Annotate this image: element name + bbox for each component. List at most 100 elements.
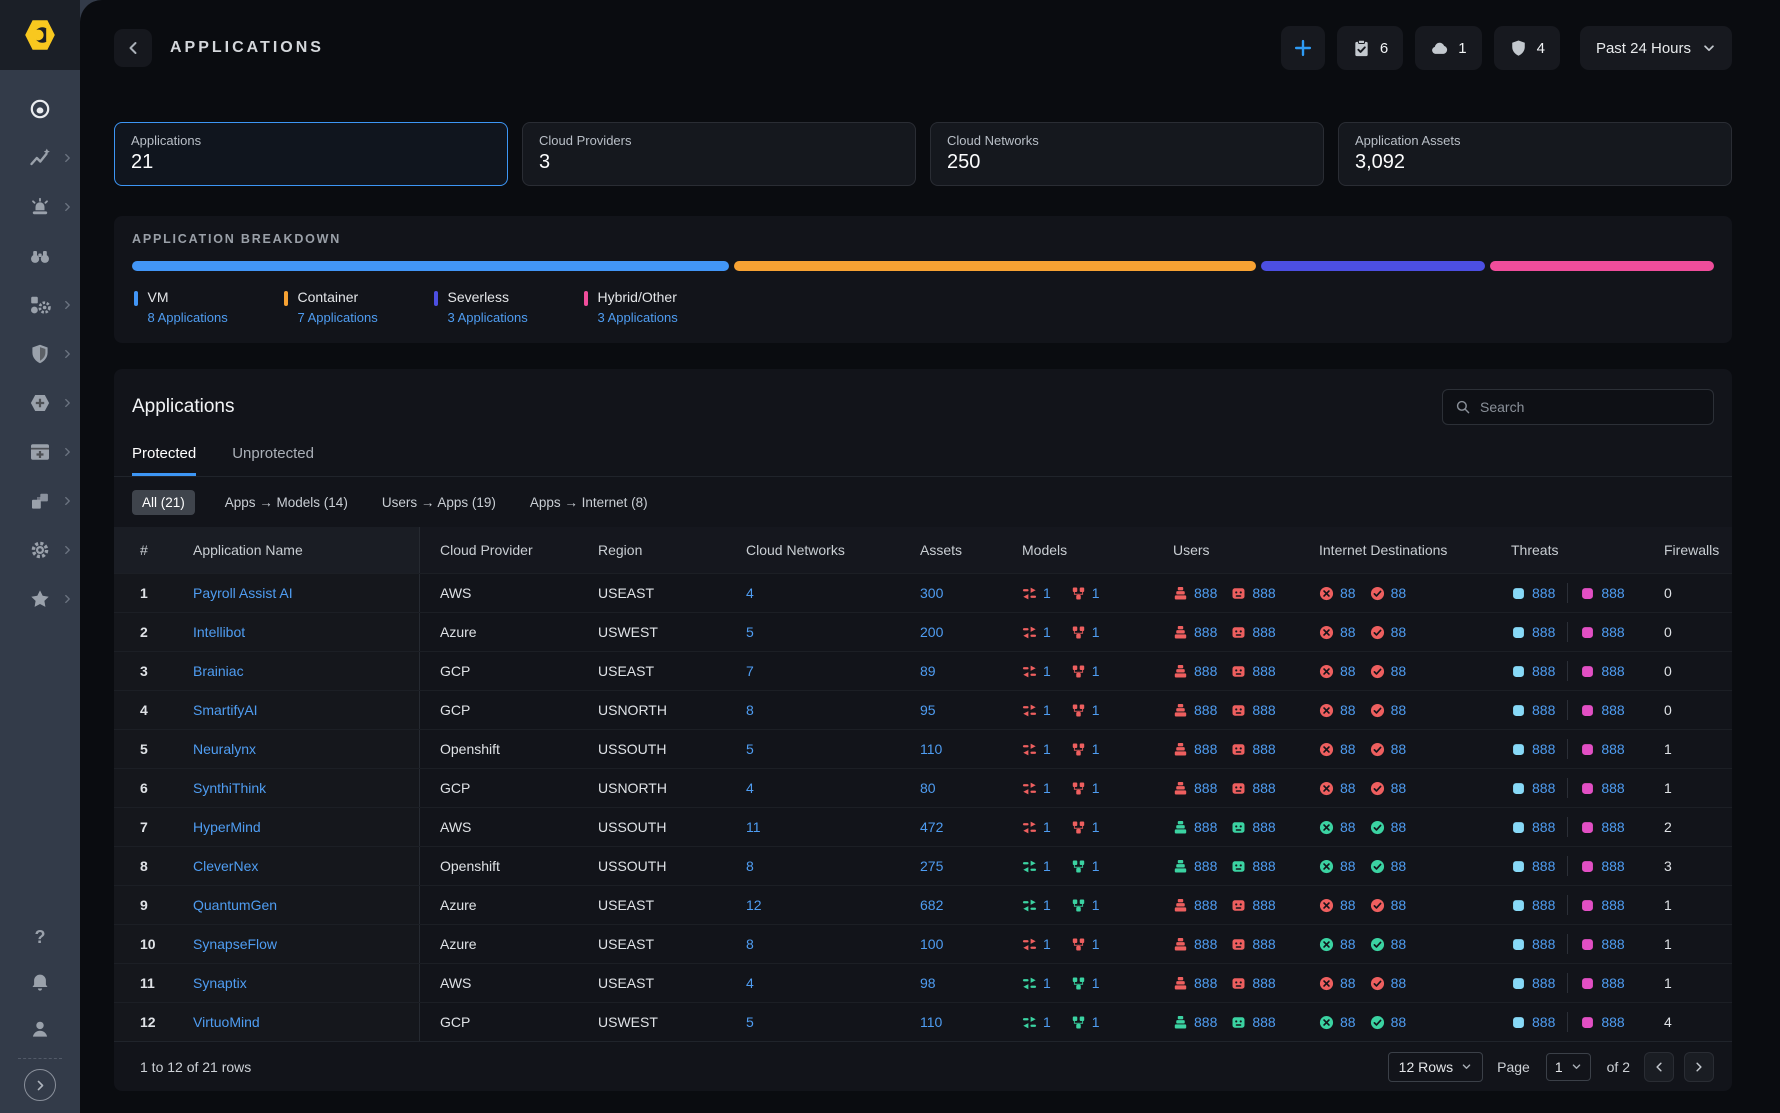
table-row[interactable]: 1Payroll Assist AIAWSUSEAST4300118888888… bbox=[114, 573, 1732, 612]
time-range-dropdown[interactable]: Past 24 Hours bbox=[1580, 26, 1732, 70]
sidebar-item-discovery[interactable] bbox=[0, 231, 80, 280]
topology-chip[interactable]: 1 bbox=[1071, 819, 1100, 835]
circle-x-chip[interactable]: 88 bbox=[1319, 702, 1356, 718]
sidebar-item-settings[interactable] bbox=[0, 525, 80, 574]
square-chip[interactable]: 888 bbox=[1511, 858, 1555, 874]
circle-x-chip[interactable]: 88 bbox=[1319, 663, 1356, 679]
bot-chip[interactable]: 888 bbox=[1231, 897, 1275, 913]
application-name-link[interactable]: SynthiThink bbox=[193, 780, 266, 796]
filter-pill-2[interactable]: Users → Apps (19) bbox=[378, 490, 500, 515]
sliders-chip[interactable]: 1 bbox=[1022, 858, 1051, 874]
circle-check-chip[interactable]: 88 bbox=[1370, 1014, 1407, 1030]
assets-link[interactable]: 98 bbox=[920, 975, 936, 991]
cloud-networks-link[interactable]: 4 bbox=[746, 585, 754, 601]
sidebar-item-inventory[interactable] bbox=[0, 280, 80, 329]
topology-chip[interactable]: 1 bbox=[1071, 741, 1100, 757]
breakdown-segment-hybridother[interactable] bbox=[1490, 261, 1714, 271]
rows-per-page-select[interactable]: 12 Rows bbox=[1388, 1052, 1483, 1082]
table-row[interactable]: 10SynapseFlowAzureUSEAST8100118888888888… bbox=[114, 924, 1732, 963]
stat-card-application-assets[interactable]: Application Assets3,092 bbox=[1338, 122, 1732, 186]
topology-chip[interactable]: 1 bbox=[1071, 858, 1100, 874]
sidebar-item-workloads[interactable] bbox=[0, 427, 80, 476]
square-chip[interactable]: 888 bbox=[1580, 975, 1624, 991]
circle-x-chip[interactable]: 88 bbox=[1319, 780, 1356, 796]
cloud-networks-link[interactable]: 7 bbox=[746, 663, 754, 679]
topology-chip[interactable]: 1 bbox=[1071, 702, 1100, 718]
assets-link[interactable]: 100 bbox=[920, 936, 943, 952]
protections-badge[interactable]: 4 bbox=[1494, 26, 1560, 70]
table-row[interactable]: 8CleverNexOpenshiftUSSOUTH82751188888888… bbox=[114, 846, 1732, 885]
page-select[interactable]: 1 bbox=[1546, 1053, 1591, 1081]
sidebar-item-profile[interactable] bbox=[0, 1006, 80, 1052]
bot-chip[interactable]: 888 bbox=[1231, 936, 1275, 952]
bot-chip[interactable]: 888 bbox=[1231, 819, 1275, 835]
table-row[interactable]: 11SynaptixAWSUSEAST498118888888888888888… bbox=[114, 963, 1732, 1002]
tab-unprotected[interactable]: Unprotected bbox=[232, 445, 314, 476]
cloud-networks-link[interactable]: 12 bbox=[746, 897, 762, 913]
sliders-chip[interactable]: 1 bbox=[1022, 780, 1051, 796]
bot-chip[interactable]: 888 bbox=[1231, 624, 1275, 640]
application-name-link[interactable]: CleverNex bbox=[193, 858, 258, 874]
legend-count-link[interactable]: 3 Applications bbox=[448, 310, 528, 325]
sliders-chip[interactable]: 1 bbox=[1022, 975, 1051, 991]
legend-count-link[interactable]: 8 Applications bbox=[148, 310, 228, 325]
search-box[interactable] bbox=[1442, 389, 1714, 425]
square-chip[interactable]: 888 bbox=[1511, 1014, 1555, 1030]
circle-x-chip[interactable]: 88 bbox=[1319, 1014, 1356, 1030]
cloud-networks-link[interactable]: 11 bbox=[746, 819, 761, 835]
stat-card-cloud-networks[interactable]: Cloud Networks250 bbox=[930, 122, 1324, 186]
topology-chip[interactable]: 1 bbox=[1071, 897, 1100, 913]
circle-x-chip[interactable]: 88 bbox=[1319, 936, 1356, 952]
topology-chip[interactable]: 1 bbox=[1071, 585, 1100, 601]
cloud-networks-link[interactable]: 8 bbox=[746, 702, 754, 718]
application-name-link[interactable]: SynapseFlow bbox=[193, 936, 277, 952]
table-row[interactable]: 5NeuralynxOpenshiftUSSOUTH51101188888888… bbox=[114, 729, 1732, 768]
assets-link[interactable]: 682 bbox=[920, 897, 943, 913]
assets-link[interactable]: 472 bbox=[920, 819, 943, 835]
application-name-link[interactable]: Intellibot bbox=[193, 624, 245, 640]
assets-link[interactable]: 110 bbox=[920, 741, 942, 757]
filter-pill-1[interactable]: Apps → Models (14) bbox=[221, 490, 352, 515]
breakdown-segment-severless[interactable] bbox=[1261, 261, 1485, 271]
pyramid-chip[interactable]: 888 bbox=[1173, 858, 1217, 874]
prev-page-button[interactable] bbox=[1644, 1052, 1674, 1082]
legend-count-link[interactable]: 3 Applications bbox=[598, 310, 678, 325]
bot-chip[interactable]: 888 bbox=[1231, 858, 1275, 874]
circle-check-chip[interactable]: 88 bbox=[1370, 741, 1407, 757]
application-name-link[interactable]: HyperMind bbox=[193, 819, 261, 835]
pyramid-chip[interactable]: 888 bbox=[1173, 741, 1217, 757]
cloud-networks-link[interactable]: 5 bbox=[746, 741, 754, 757]
sliders-chip[interactable]: 1 bbox=[1022, 663, 1051, 679]
circle-check-chip[interactable]: 88 bbox=[1370, 819, 1407, 835]
square-chip[interactable]: 888 bbox=[1580, 741, 1624, 757]
square-chip[interactable]: 888 bbox=[1511, 663, 1555, 679]
tab-protected[interactable]: Protected bbox=[132, 445, 196, 476]
table-row[interactable]: 9QuantumGenAzureUSEAST126821188888888888… bbox=[114, 885, 1732, 924]
square-chip[interactable]: 888 bbox=[1580, 585, 1624, 601]
application-name-link[interactable]: VirtuoMind bbox=[193, 1014, 260, 1030]
pyramid-chip[interactable]: 888 bbox=[1173, 624, 1217, 640]
sidebar-item-overview[interactable] bbox=[0, 84, 80, 133]
clouds-badge[interactable]: 1 bbox=[1415, 26, 1481, 70]
pyramid-chip[interactable]: 888 bbox=[1173, 780, 1217, 796]
pyramid-chip[interactable]: 888 bbox=[1173, 585, 1217, 601]
application-name-link[interactable]: QuantumGen bbox=[193, 897, 277, 913]
square-chip[interactable]: 888 bbox=[1580, 897, 1624, 913]
square-chip[interactable]: 888 bbox=[1511, 975, 1555, 991]
filter-pill-3[interactable]: Apps → Internet (8) bbox=[526, 490, 652, 515]
square-chip[interactable]: 888 bbox=[1511, 936, 1555, 952]
cloud-networks-link[interactable]: 5 bbox=[746, 1014, 754, 1030]
stat-card-applications[interactable]: Applications21 bbox=[114, 122, 508, 186]
table-row[interactable]: 3BrainiacGCPUSEAST7891188888888888888880 bbox=[114, 651, 1732, 690]
sidebar-item-notifications[interactable] bbox=[0, 960, 80, 1006]
circle-x-chip[interactable]: 88 bbox=[1319, 741, 1356, 757]
next-page-button[interactable] bbox=[1684, 1052, 1714, 1082]
pyramid-chip[interactable]: 888 bbox=[1173, 663, 1217, 679]
sliders-chip[interactable]: 1 bbox=[1022, 585, 1051, 601]
sidebar-expand-button[interactable] bbox=[24, 1069, 56, 1101]
assets-link[interactable]: 95 bbox=[920, 702, 936, 718]
pyramid-chip[interactable]: 888 bbox=[1173, 897, 1217, 913]
sliders-chip[interactable]: 1 bbox=[1022, 624, 1051, 640]
sidebar-item-analytics[interactable] bbox=[0, 133, 80, 182]
application-name-link[interactable]: SmartifyAI bbox=[193, 702, 258, 718]
